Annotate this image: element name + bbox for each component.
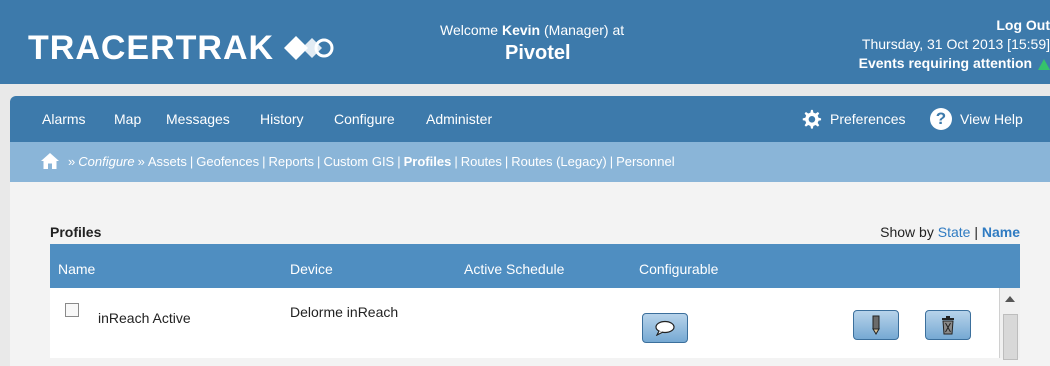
breadcrumb-geofences[interactable]: Geofences — [196, 154, 259, 169]
configure-message-button[interactable] — [642, 313, 688, 343]
nav-messages[interactable]: Messages — [166, 111, 230, 127]
trash-icon — [942, 316, 954, 335]
breadcrumb: » Configure » Assets | Geofences | Repor… — [10, 142, 1050, 182]
nav-administer[interactable]: Administer — [426, 111, 492, 127]
view-help-label: View Help — [960, 111, 1023, 127]
col-active-schedule[interactable]: Active Schedule — [464, 261, 564, 277]
tracertrak-logo[interactable]: TRACERTRAK — [28, 26, 334, 70]
breadcrumb-assets[interactable]: Assets — [148, 154, 187, 169]
breadcrumb-divider: | — [397, 153, 401, 169]
breadcrumb-divider: | — [454, 153, 458, 169]
breadcrumb-divider: | — [189, 153, 194, 169]
datetime: Thursday, 31 Oct 2013 [15:59] — [861, 36, 1050, 52]
profiles-title: Profiles — [50, 224, 102, 240]
breadcrumb-routes[interactable]: Routes — [461, 154, 502, 169]
profile-name: inReach Active — [98, 310, 191, 326]
preferences-button[interactable]: Preferences — [800, 108, 905, 130]
alert-triangle-icon — [1038, 58, 1050, 70]
gear-icon — [802, 109, 822, 129]
show-by-label: Show by — [880, 224, 938, 240]
show-by-name-link[interactable]: Name — [982, 224, 1020, 240]
nav-history[interactable]: History — [260, 111, 304, 127]
breadcrumb-configure[interactable]: Configure — [78, 154, 134, 169]
show-by: Show by State | Name — [880, 224, 1020, 240]
help-icon: ? — [930, 108, 952, 130]
view-help-button[interactable]: ? View Help — [930, 108, 1023, 130]
delete-profile-button[interactable] — [925, 310, 971, 340]
table-scrollbar[interactable] — [999, 288, 1020, 360]
nav-map[interactable]: Map — [114, 111, 141, 127]
breadcrumb-separator: » — [137, 153, 145, 169]
breadcrumb-divider: | — [609, 153, 614, 169]
show-by-divider: | — [970, 224, 982, 240]
main-nav: Alarms Map Messages History Configure Ad… — [10, 96, 1050, 142]
speech-bubble-icon — [655, 320, 675, 336]
breadcrumb-divider: | — [262, 153, 266, 169]
scroll-thumb[interactable] — [1003, 314, 1018, 360]
user-role: (Manager) at — [540, 22, 625, 38]
profiles-table-body: inReach Active Delorme inReach — [50, 288, 1020, 360]
nav-alarms[interactable]: Alarms — [42, 111, 86, 127]
col-device[interactable]: Device — [290, 261, 333, 277]
breadcrumb-personnel[interactable]: Personnel — [616, 154, 675, 169]
profiles-table-header: Name Device Active Schedule Configurable — [50, 244, 1020, 288]
preferences-label: Preferences — [830, 111, 906, 127]
pencil-icon — [872, 315, 880, 335]
profile-device: Delorme inReach — [290, 304, 399, 320]
user-name: Kevin — [501, 22, 541, 38]
edit-profile-button[interactable] — [853, 310, 899, 340]
home-icon[interactable] — [41, 153, 59, 169]
breadcrumb-profiles[interactable]: Profiles — [404, 154, 452, 169]
logout-link[interactable]: Log Out — [830, 16, 1050, 35]
breadcrumb-divider: | — [504, 153, 509, 169]
row-checkbox[interactable] — [65, 303, 79, 317]
header-right: Log Out Thursday, 31 Oct 2013 [15:59] Ev… — [830, 16, 1050, 73]
logo-text: TRACERTRAK — [28, 28, 275, 67]
scroll-up-icon[interactable] — [1005, 296, 1015, 302]
breadcrumb-inner: » Configure » Assets | Geofences | Repor… — [41, 153, 675, 169]
col-configurable[interactable]: Configurable — [639, 261, 718, 277]
breadcrumb-routes-legacy[interactable]: Routes (Legacy) — [511, 154, 606, 169]
breadcrumb-divider: | — [317, 153, 321, 169]
breadcrumb-custom-gis[interactable]: Custom GIS — [323, 154, 394, 169]
breadcrumb-separator: » — [68, 153, 76, 169]
events-label: Events requiring attention — [858, 55, 1033, 71]
show-by-state-link[interactable]: State — [938, 224, 971, 240]
logo-mark-icon — [284, 36, 334, 60]
welcome-prefix: Welcome — [440, 22, 502, 38]
col-name[interactable]: Name — [58, 261, 95, 277]
welcome-text: Welcome Kevin (Manager) at — [440, 22, 624, 38]
company-name: Pivotel — [505, 42, 571, 64]
nav-configure[interactable]: Configure — [334, 111, 395, 127]
breadcrumb-reports[interactable]: Reports — [269, 154, 315, 169]
events-attention-link[interactable]: Events requiring attention — [830, 54, 1050, 73]
app-header: TRACERTRAK Welcome Kevin (Manager) at Pi… — [0, 0, 1050, 84]
